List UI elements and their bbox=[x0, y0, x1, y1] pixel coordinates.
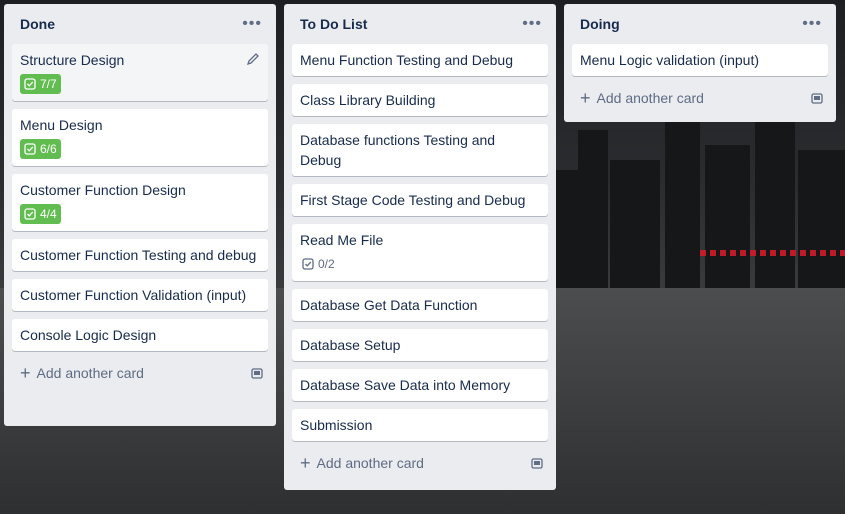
card[interactable]: Database Save Data into Memory bbox=[292, 369, 548, 401]
card-title: Structure Design bbox=[20, 52, 125, 68]
card[interactable]: Customer Function Testing and debug bbox=[12, 239, 268, 271]
card-title: Customer Function Design bbox=[20, 182, 186, 198]
add-card-row: + Add another card bbox=[12, 359, 268, 387]
background-skyline bbox=[540, 110, 845, 290]
card-title: Menu Function Testing and Debug bbox=[300, 52, 513, 68]
checklist-count: 7/7 bbox=[40, 77, 57, 91]
card[interactable]: Customer Function Validation (input) bbox=[12, 279, 268, 311]
list-done: Done ••• Structure Design 7/7 Menu Desig… bbox=[4, 4, 276, 426]
list-title[interactable]: Doing bbox=[580, 16, 620, 32]
card[interactable]: Database Setup bbox=[292, 329, 548, 361]
card[interactable]: First Stage Code Testing and Debug bbox=[292, 184, 548, 216]
list-doing: Doing ••• Menu Logic validation (input) … bbox=[564, 4, 836, 122]
ellipsis-icon[interactable]: ••• bbox=[802, 16, 822, 32]
checklist-count: 6/6 bbox=[40, 142, 57, 156]
card[interactable]: Customer Function Design 4/4 bbox=[12, 174, 268, 231]
add-card-label: Add another card bbox=[36, 365, 144, 381]
card[interactable]: Database Get Data Function bbox=[292, 289, 548, 321]
card[interactable]: Submission bbox=[292, 409, 548, 441]
card-title: Menu Design bbox=[20, 117, 103, 133]
checkbox-icon bbox=[24, 143, 36, 155]
pencil-icon[interactable] bbox=[246, 52, 260, 66]
add-card-button[interactable]: + Add another card bbox=[20, 364, 144, 382]
card-title: Customer Function Testing and debug bbox=[20, 247, 257, 263]
add-card-label: Add another card bbox=[316, 455, 424, 471]
list-to-do: To Do List ••• Menu Function Testing and… bbox=[284, 4, 556, 490]
add-card-label: Add another card bbox=[596, 90, 704, 106]
card-title: Class Library Building bbox=[300, 92, 436, 108]
ellipsis-icon[interactable]: ••• bbox=[242, 16, 262, 32]
list-header: To Do List ••• bbox=[292, 4, 548, 44]
checklist-badge: 0/2 bbox=[300, 254, 339, 274]
card-title: Submission bbox=[300, 417, 373, 433]
card-title: Read Me File bbox=[300, 232, 384, 248]
list-header: Doing ••• bbox=[572, 4, 828, 44]
plus-icon: + bbox=[300, 453, 311, 473]
card-title: Console Logic Design bbox=[20, 327, 157, 343]
checklist-badge: 4/4 bbox=[20, 204, 61, 224]
card-title: Customer Function Validation (input) bbox=[20, 287, 247, 303]
card[interactable]: Structure Design 7/7 bbox=[12, 44, 268, 101]
checkbox-icon bbox=[302, 258, 314, 270]
card[interactable]: Menu Function Testing and Debug bbox=[292, 44, 548, 76]
card[interactable]: Console Logic Design bbox=[12, 319, 268, 351]
ellipsis-icon[interactable]: ••• bbox=[522, 16, 542, 32]
list-title[interactable]: To Do List bbox=[300, 16, 367, 32]
card-template-icon[interactable] bbox=[810, 91, 824, 105]
add-card-button[interactable]: + Add another card bbox=[300, 454, 424, 472]
card-title: First Stage Code Testing and Debug bbox=[300, 192, 526, 208]
card[interactable]: Read Me File 0/2 bbox=[292, 224, 548, 281]
add-card-button[interactable]: + Add another card bbox=[580, 89, 704, 107]
list-title[interactable]: Done bbox=[20, 16, 55, 32]
card-template-icon[interactable] bbox=[530, 456, 544, 470]
checklist-badge: 6/6 bbox=[20, 139, 61, 159]
checklist-count: 4/4 bbox=[40, 207, 57, 221]
card[interactable]: Database functions Testing and Debug bbox=[292, 124, 548, 176]
card[interactable]: Menu Logic validation (input) bbox=[572, 44, 828, 76]
card-title: Menu Logic validation (input) bbox=[580, 52, 759, 68]
checklist-badge: 7/7 bbox=[20, 74, 61, 94]
card-title: Database Get Data Function bbox=[300, 297, 478, 313]
card[interactable]: Menu Design 6/6 bbox=[12, 109, 268, 166]
add-card-row: + Add another card bbox=[572, 84, 828, 112]
plus-icon: + bbox=[20, 363, 31, 383]
card-title: Database Setup bbox=[300, 337, 401, 353]
card-title: Database functions Testing and Debug bbox=[300, 132, 496, 168]
list-header: Done ••• bbox=[12, 4, 268, 44]
checkbox-icon bbox=[24, 78, 36, 90]
background-lights bbox=[700, 250, 845, 256]
checkbox-icon bbox=[24, 208, 36, 220]
add-card-row: + Add another card bbox=[292, 449, 548, 477]
card-template-icon[interactable] bbox=[250, 366, 264, 380]
plus-icon: + bbox=[580, 88, 591, 108]
checklist-count: 0/2 bbox=[318, 257, 335, 271]
card[interactable]: Class Library Building bbox=[292, 84, 548, 116]
card-title: Database Save Data into Memory bbox=[300, 377, 511, 393]
